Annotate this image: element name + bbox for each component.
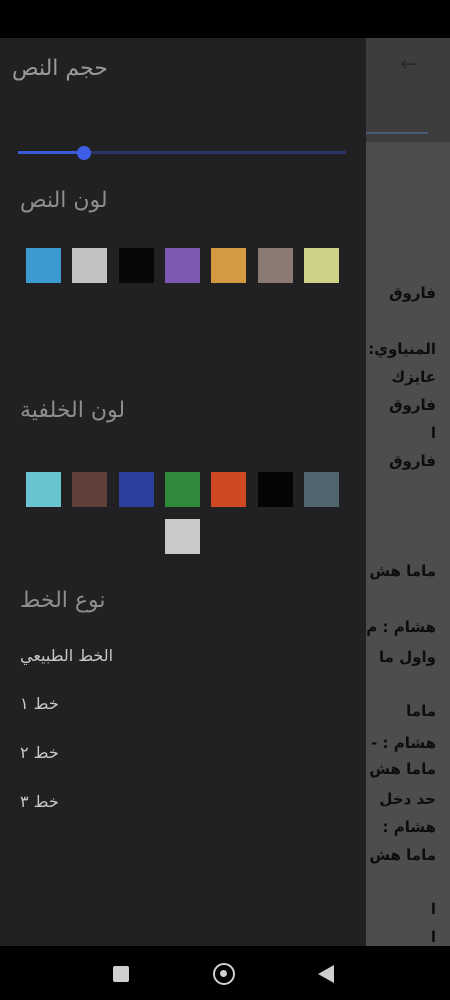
text-size-slider[interactable] [18, 146, 346, 160]
text-size-title: حجم النص [12, 56, 108, 81]
home-icon-dot [220, 970, 227, 977]
back-icon[interactable] [318, 965, 334, 983]
text-color-swatch[interactable] [26, 248, 61, 283]
font-type-title: نوع الخط [20, 588, 106, 613]
background-color-swatch[interactable] [72, 472, 107, 507]
story-line: ماما هش [369, 846, 436, 864]
story-line: المنياوي: [368, 340, 436, 358]
font-option-2[interactable]: خط ٢ [20, 743, 59, 762]
slider-thumb[interactable] [77, 146, 91, 160]
background-color-swatch[interactable] [304, 472, 339, 507]
font-option-3[interactable]: خط ٣ [20, 792, 59, 811]
text-color-swatch[interactable] [72, 248, 107, 283]
text-color-title: لون النص [20, 188, 108, 213]
background-color-title: لون الخلفية [20, 398, 126, 423]
story-line: ماما [406, 702, 436, 720]
recents-icon[interactable] [113, 966, 129, 982]
story-line: ماما هش [369, 562, 436, 580]
home-icon[interactable] [213, 963, 235, 985]
text-color-swatch[interactable] [165, 248, 200, 283]
story-line: هشام : م [366, 618, 436, 636]
text-color-swatch[interactable] [119, 248, 154, 283]
font-option-1[interactable]: خط ١ [20, 694, 59, 713]
background-color-swatch[interactable] [165, 472, 200, 507]
font-option-default[interactable]: الخط الطبيعي [20, 646, 113, 665]
story-line: ا [430, 424, 436, 442]
story-line: عايزك [391, 368, 436, 386]
story-line: هشام : - [371, 734, 436, 752]
slider-fill [18, 151, 84, 154]
story-line: حد دخل [379, 790, 436, 808]
background-color-swatch[interactable] [165, 519, 200, 554]
story-line: فاروق [389, 284, 436, 302]
story-line: واول ما [379, 648, 436, 666]
text-color-swatch[interactable] [211, 248, 246, 283]
background-color-swatch[interactable] [119, 472, 154, 507]
story-line: ا [430, 928, 436, 946]
background-color-swatch[interactable] [26, 472, 61, 507]
background-color-swatch[interactable] [258, 472, 293, 507]
story-line: هشام : [382, 818, 436, 836]
navigation-bar [0, 946, 450, 1000]
story-line: ماما هش [369, 760, 436, 778]
text-color-swatch[interactable] [258, 248, 293, 283]
story-line: ا [430, 900, 436, 918]
story-line: فاروق [389, 452, 436, 470]
background-color-swatch[interactable] [211, 472, 246, 507]
story-line: فاروق [389, 396, 436, 414]
story-text: فاروق المنياوي: عايزك فاروق ا فاروق ماما… [366, 38, 450, 946]
settings-drawer: حجم النص لون النص لون الخلفية نوع الخط ا… [0, 38, 366, 946]
text-color-swatch[interactable] [304, 248, 339, 283]
status-bar [0, 0, 450, 38]
